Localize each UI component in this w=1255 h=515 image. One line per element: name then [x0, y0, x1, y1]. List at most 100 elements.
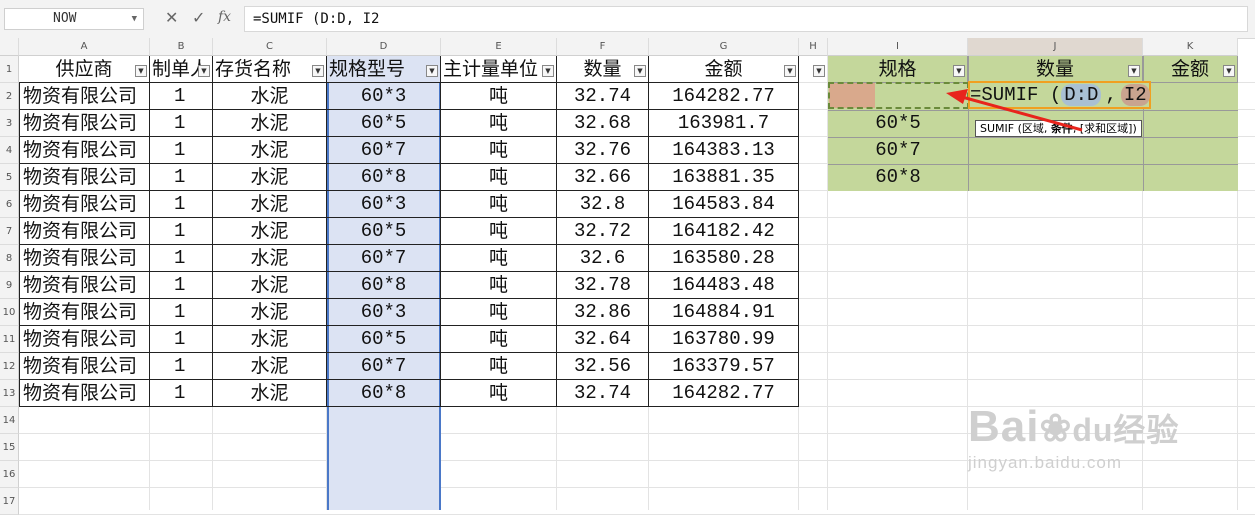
table-cell[interactable]: 164182.42	[649, 218, 799, 245]
table-cell[interactable]: 吨	[441, 380, 557, 407]
table-cell[interactable]: 1	[150, 326, 213, 353]
row-header-12[interactable]: 12	[0, 353, 19, 380]
table-cell[interactable]: 吨	[441, 272, 557, 299]
name-box[interactable]: NOW ▼	[4, 8, 144, 30]
table-cell[interactable]: 32.56	[557, 353, 649, 380]
row-header-16[interactable]: 16	[0, 461, 19, 488]
table-cell[interactable]: 物资有限公司	[19, 137, 150, 164]
table-cell[interactable]: 吨	[441, 245, 557, 272]
table-cell[interactable]: 32.8	[557, 191, 649, 218]
table-cell[interactable]: 60*3	[327, 299, 441, 326]
table-cell[interactable]: 32.78	[557, 272, 649, 299]
formula-edit-cell[interactable]: =SUMIF (D:D, I2	[968, 81, 1151, 109]
cell-ref-chip[interactable]: I2	[1120, 84, 1150, 106]
table-cell[interactable]: 1	[150, 191, 213, 218]
table-cell[interactable]: 60*8	[327, 164, 441, 191]
table-cell[interactable]: 32.68	[557, 110, 649, 137]
row-header-1[interactable]: 1	[0, 56, 19, 83]
table-cell[interactable]: 1	[150, 164, 213, 191]
table-cell[interactable]: 物资有限公司	[19, 272, 150, 299]
row-header-8[interactable]: 8	[0, 245, 19, 272]
row-header-10[interactable]: 10	[0, 299, 19, 326]
table-cell[interactable]: 60*7	[327, 137, 441, 164]
table-cell[interactable]: 吨	[441, 326, 557, 353]
table-cell[interactable]: 水泥	[213, 299, 327, 326]
column-header-g[interactable]: G	[649, 38, 799, 56]
table-cell[interactable]: 物资有限公司	[19, 353, 150, 380]
table-cell[interactable]: 1	[150, 110, 213, 137]
filter-icon[interactable]: ▼	[1223, 65, 1235, 77]
chevron-down-icon[interactable]: ▼	[132, 9, 137, 29]
table-cell[interactable]: 163981.7	[649, 110, 799, 137]
summary-spec-cell[interactable]: 60*7	[828, 137, 968, 164]
row-header-15[interactable]: 15	[0, 434, 19, 461]
filter-icon[interactable]: ▼	[953, 65, 965, 77]
column-header-b[interactable]: B	[150, 38, 213, 56]
filter-icon[interactable]: ▼	[426, 65, 438, 77]
table-cell[interactable]: 60*7	[327, 353, 441, 380]
table-cell[interactable]: 1	[150, 83, 213, 110]
table-cell[interactable]: 水泥	[213, 380, 327, 407]
table-cell[interactable]: 164583.84	[649, 191, 799, 218]
table-cell[interactable]: 物资有限公司	[19, 380, 150, 407]
table-cell[interactable]: 1	[150, 353, 213, 380]
table-cell[interactable]: 吨	[441, 164, 557, 191]
table-cell[interactable]: 吨	[441, 353, 557, 380]
row-header-5[interactable]: 5	[0, 164, 19, 191]
table-cell[interactable]: 163780.99	[649, 326, 799, 353]
table-cell[interactable]: 水泥	[213, 245, 327, 272]
table-cell[interactable]: 1	[150, 380, 213, 407]
table-cell[interactable]: 32.66	[557, 164, 649, 191]
filter-icon[interactable]: ▼	[813, 65, 825, 77]
column-header-j[interactable]: J	[968, 38, 1143, 56]
column-header-i[interactable]: I	[828, 38, 968, 56]
table-cell[interactable]: 1	[150, 218, 213, 245]
table-cell[interactable]: 吨	[441, 137, 557, 164]
table-cell[interactable]: 吨	[441, 299, 557, 326]
column-header-a[interactable]: A	[19, 38, 150, 56]
table-cell[interactable]: 物资有限公司	[19, 164, 150, 191]
table-cell[interactable]: 32.74	[557, 83, 649, 110]
row-header-3[interactable]: 3	[0, 110, 19, 137]
filter-icon[interactable]: ▼	[312, 65, 324, 77]
table-cell[interactable]: 60*7	[327, 245, 441, 272]
table-cell[interactable]: 吨	[441, 191, 557, 218]
filter-icon[interactable]: ▼	[634, 65, 646, 77]
table-cell[interactable]: 水泥	[213, 191, 327, 218]
formula-input[interactable]: =SUMIF (D:D, I2	[244, 6, 1248, 32]
table-cell[interactable]: 水泥	[213, 272, 327, 299]
table-cell[interactable]: 163379.57	[649, 353, 799, 380]
table-cell[interactable]: 物资有限公司	[19, 110, 150, 137]
table-cell[interactable]: 1	[150, 245, 213, 272]
table-cell[interactable]: 吨	[441, 83, 557, 110]
table-cell[interactable]: 水泥	[213, 110, 327, 137]
table-cell[interactable]: 物资有限公司	[19, 83, 150, 110]
table-cell[interactable]: 吨	[441, 218, 557, 245]
filter-icon[interactable]: ▼	[784, 65, 796, 77]
table-cell[interactable]: 水泥	[213, 137, 327, 164]
row-header-9[interactable]: 9	[0, 272, 19, 299]
table-cell[interactable]: 物资有限公司	[19, 326, 150, 353]
summary-spec-cell[interactable]: 60*8	[828, 164, 968, 191]
table-cell[interactable]: 32.74	[557, 380, 649, 407]
row-header-2[interactable]: 2	[0, 83, 19, 110]
table-cell[interactable]: 163881.35	[649, 164, 799, 191]
table-cell[interactable]: 1	[150, 272, 213, 299]
table-cell[interactable]: 163580.28	[649, 245, 799, 272]
table-cell[interactable]: 水泥	[213, 326, 327, 353]
table-cell[interactable]: 32.86	[557, 299, 649, 326]
table-cell[interactable]: 164483.48	[649, 272, 799, 299]
table-cell[interactable]: 1	[150, 137, 213, 164]
summary-spec-cell[interactable]: 60*5	[828, 110, 968, 137]
table-cell[interactable]: 60*5	[327, 326, 441, 353]
row-header-11[interactable]: 11	[0, 326, 19, 353]
cancel-icon[interactable]: ✕	[165, 8, 178, 27]
filter-icon[interactable]: ▼	[198, 65, 210, 77]
table-cell[interactable]: 水泥	[213, 353, 327, 380]
table-cell[interactable]: 164383.13	[649, 137, 799, 164]
row-header-7[interactable]: 7	[0, 218, 19, 245]
table-cell[interactable]: 物资有限公司	[19, 245, 150, 272]
table-cell[interactable]: 32.64	[557, 326, 649, 353]
table-cell[interactable]: 水泥	[213, 83, 327, 110]
select-all-corner[interactable]	[0, 38, 19, 56]
